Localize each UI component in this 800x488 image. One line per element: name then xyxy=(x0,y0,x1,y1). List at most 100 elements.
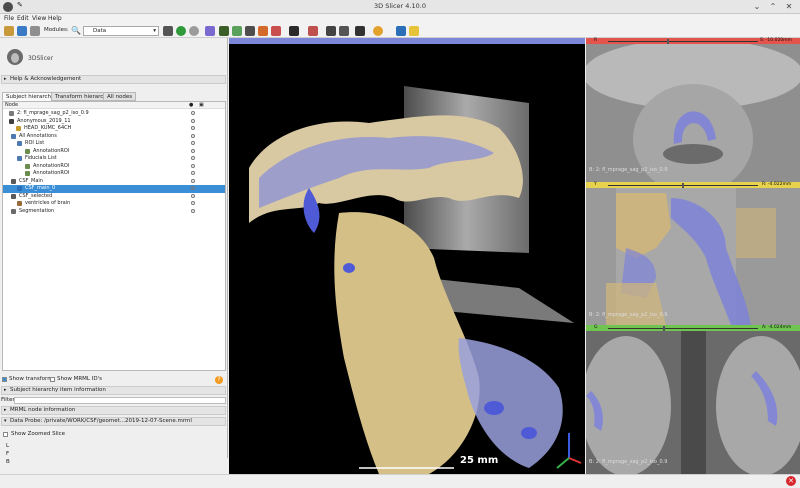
green-slice-offset: A: -4.024mm xyxy=(762,325,792,330)
visibility-eye-icon[interactable] xyxy=(191,148,195,153)
save-icon[interactable] xyxy=(17,26,27,36)
data-icon[interactable] xyxy=(219,26,229,36)
show-zoomed-slice-checkbox[interactable] xyxy=(3,432,8,437)
visibility-eye-icon[interactable] xyxy=(191,201,195,205)
node-type-icon xyxy=(25,148,30,154)
mrml-section-label: MRML node information xyxy=(10,407,76,413)
brainstem-surface xyxy=(334,212,480,474)
mouse-mode-icon[interactable] xyxy=(308,26,318,36)
extensions-icon[interactable] xyxy=(205,26,215,36)
modules-menu-icon[interactable] xyxy=(30,26,40,36)
visibility-eye-icon[interactable] xyxy=(191,133,195,138)
visibility-eye-icon[interactable] xyxy=(191,186,195,190)
menu-view[interactable]: View xyxy=(32,15,46,22)
minimize-icon[interactable]: ⌄ xyxy=(752,2,762,12)
visibility-eye-icon[interactable] xyxy=(191,111,195,115)
tree-row[interactable]: ROI List xyxy=(3,140,225,148)
fiducial-place-icon[interactable] xyxy=(373,26,383,36)
back-arrow-icon[interactable] xyxy=(176,26,186,36)
help-icon[interactable]: ? xyxy=(215,376,223,384)
tree-row[interactable]: Anonymous_2019_11 xyxy=(3,118,225,126)
threed-render xyxy=(249,86,582,474)
tab-all-nodes[interactable]: All nodes xyxy=(103,92,137,101)
visibility-eye-icon[interactable] xyxy=(191,178,195,183)
scale-bar-label: 25 mm xyxy=(460,455,499,466)
yellow-slice-view[interactable]: B: 2: fl_mprage_sag_p2_iso_0.9 xyxy=(586,188,800,325)
tree-row-label: AnnotationROI xyxy=(33,147,70,154)
subject-hierarchy-tree[interactable]: Node ● ▣ 2: fl_mprage_sag_p2_iso_0.9 Anon… xyxy=(2,101,226,371)
view-link-icon[interactable] xyxy=(355,26,365,36)
menu-help[interactable]: Help xyxy=(48,15,62,22)
load-data-icon[interactable] xyxy=(4,26,14,36)
filter-input[interactable] xyxy=(14,397,226,404)
node-type-icon xyxy=(11,133,16,139)
tree-row[interactable]: CSF_Main xyxy=(3,178,225,186)
module-select[interactable]: Data ▾ xyxy=(83,26,159,36)
python-icon[interactable] xyxy=(409,26,419,36)
node-type-icon xyxy=(17,186,22,191)
red-slice-volume-label: B: 2: fl_mprage_sag_p2_iso_0.9 xyxy=(589,167,668,173)
visibility-eye-icon[interactable] xyxy=(191,118,195,123)
show-mrml-ids-checkbox[interactable] xyxy=(50,377,55,382)
tree-row[interactable]: AnnotationROI xyxy=(3,170,225,178)
threed-view-bar[interactable] xyxy=(229,38,585,44)
screenshot-icon[interactable] xyxy=(326,26,336,36)
visibility-eye-icon[interactable] xyxy=(191,126,195,130)
help-section-label: Help & Acknowledgement xyxy=(10,76,82,82)
tree-row[interactable]: Fiducials List xyxy=(3,155,225,163)
modules-label: Modules: xyxy=(44,27,69,33)
node-type-icon xyxy=(11,208,16,214)
tree-row[interactable]: 2: fl_mprage_sag_p2_iso_0.9 xyxy=(3,110,225,118)
tab-subject-hierarchy[interactable]: Subject hierarchy xyxy=(2,92,59,101)
visibility-eye-icon[interactable] xyxy=(191,163,195,168)
volumes-icon[interactable] xyxy=(232,26,242,36)
green-slice-slider[interactable] xyxy=(608,328,758,329)
visibility-eye-icon[interactable] xyxy=(191,208,195,213)
forward-arrow-icon[interactable] xyxy=(189,26,199,36)
tree-row-label: All Annotations xyxy=(19,132,57,139)
node-type-icon xyxy=(11,178,16,184)
tree-row[interactable]: AnnotationROI xyxy=(3,163,225,171)
history-icon[interactable] xyxy=(163,26,173,36)
tree-row[interactable]: Segmentation xyxy=(3,208,225,216)
menu-edit[interactable]: Edit xyxy=(17,15,29,22)
models-icon[interactable] xyxy=(245,26,255,36)
mrml-section[interactable]: ▸ MRML node information xyxy=(1,406,226,415)
node-type-icon xyxy=(9,111,14,116)
module-search-icon[interactable]: 🔍 xyxy=(71,26,81,36)
show-mrml-ids-label: Show MRML ID's xyxy=(57,376,102,382)
show-transforms-checkbox[interactable] xyxy=(2,377,7,382)
tree-row-label: CSF_selected xyxy=(19,192,53,199)
maximize-icon[interactable]: ⌃ xyxy=(768,2,778,12)
layout-icon[interactable] xyxy=(289,26,299,36)
show-transforms-label: Show transforms xyxy=(9,376,56,382)
tree-row[interactable]: CSF_selected xyxy=(3,193,225,201)
tree-row-label: CSF_Main xyxy=(19,177,43,184)
tree-row[interactable]: ventricles of brain xyxy=(3,200,225,208)
python-console-icon[interactable] xyxy=(396,26,406,36)
error-log-icon[interactable]: ✕ xyxy=(786,476,796,486)
green-view-letter: G xyxy=(594,325,598,330)
data-probe-section[interactable]: ▾ Data Probe: /private/WORK/CSF/geomet..… xyxy=(1,417,226,426)
visibility-eye-icon[interactable] xyxy=(191,141,195,145)
red-slice-view[interactable]: B: 2: fl_mprage_sag_p2_iso_0.9 xyxy=(586,44,800,182)
node-type-icon xyxy=(11,193,16,199)
node-type-icon xyxy=(25,163,30,169)
red-slice-slider[interactable] xyxy=(608,41,758,42)
green-slice-view[interactable]: B: 2: fl_mprage_sag_p2_iso_0.9 xyxy=(586,331,800,474)
close-icon[interactable]: ✕ xyxy=(784,2,794,12)
tree-row[interactable]: CSF_main_0 xyxy=(3,185,225,193)
threed-view[interactable] xyxy=(229,38,585,474)
visibility-eye-icon[interactable] xyxy=(191,156,195,160)
crosshair-icon[interactable] xyxy=(339,26,349,36)
tree-row[interactable]: All Annotations xyxy=(3,133,225,141)
visibility-eye-icon[interactable] xyxy=(191,171,195,175)
visibility-eye-icon[interactable] xyxy=(191,193,195,198)
transforms-icon[interactable] xyxy=(258,26,268,36)
help-section[interactable]: ▸ Help & Acknowledgement xyxy=(1,75,226,84)
menu-file[interactable]: File xyxy=(4,15,14,22)
subject-info-section[interactable]: ▸ Subject hierarchy item information xyxy=(1,386,226,395)
tree-row[interactable]: AnnotationROI xyxy=(3,148,225,156)
markups-icon[interactable] xyxy=(271,26,281,36)
tree-row[interactable]: HEAD_KUMC_64CH xyxy=(3,125,225,133)
